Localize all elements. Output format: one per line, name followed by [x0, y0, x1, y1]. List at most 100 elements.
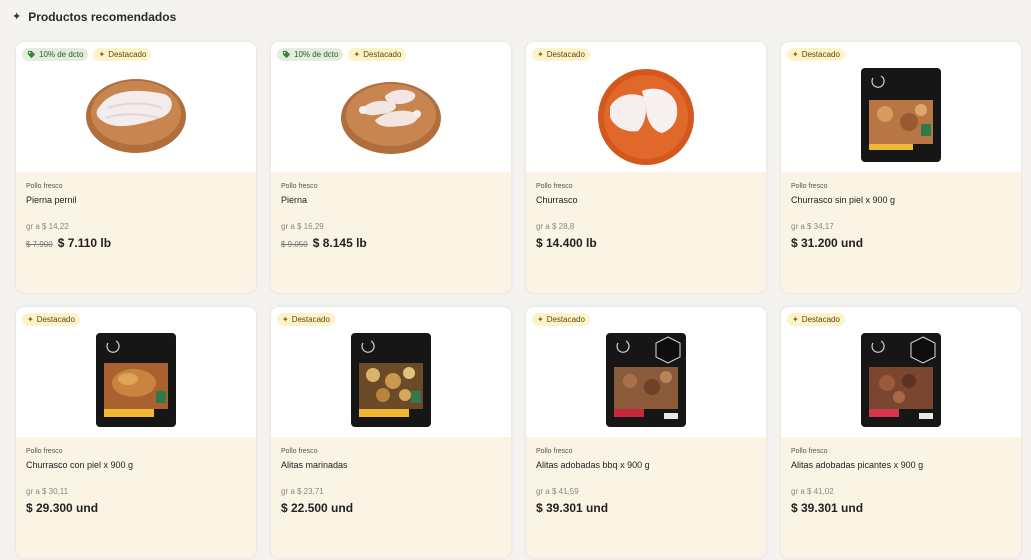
product-image-area: 10% de dcto ✦ Destacado	[271, 42, 511, 172]
product-category: Pollo fresco	[536, 448, 573, 455]
badge-row: ✦ Destacado	[532, 313, 590, 326]
product-image-area: ✦ Destacado	[526, 42, 766, 172]
product-card[interactable]: 10% de dcto ✦ Destacado Pollo fresco Pie…	[271, 42, 511, 293]
product-image-area: ✦ Destacado	[271, 307, 511, 437]
product-name[interactable]: Churrasco	[536, 195, 756, 206]
product-price: $ 8.145 lb	[312, 236, 367, 250]
unit-price: gr a $ 28,8	[536, 222, 575, 231]
product-name[interactable]: Churrasco con piel x 900 g	[26, 460, 246, 471]
product-info: Pollo fresco Pierna pernil gr a $ 14,22 …	[16, 172, 256, 250]
product-grid: 10% de dcto ✦ Destacado Pollo fresco Pie…	[16, 42, 1021, 558]
product-card[interactable]: ✦ Destacado Pollo fresco Churrasco con p…	[16, 307, 256, 558]
badge-row: ✦ Destacado	[22, 313, 80, 326]
product-category: Pollo fresco	[791, 183, 828, 190]
featured-badge-label: Destacado	[801, 50, 840, 59]
featured-badge-label: Destacado	[108, 50, 147, 59]
section-header: ✦ Productos recomendados	[12, 10, 176, 24]
product-card[interactable]: ✦ Destacado Pollo fresco Churrasco sin p…	[781, 42, 1021, 293]
featured-badge-label: Destacado	[363, 50, 402, 59]
product-image	[96, 333, 176, 427]
product-price: $ 14.400 lb	[536, 236, 597, 250]
discount-badge-label: 10% de dcto	[39, 50, 84, 59]
product-category: Pollo fresco	[536, 183, 573, 190]
unit-price: gr a $ 14,22	[26, 222, 69, 231]
featured-badge-label: Destacado	[546, 315, 585, 324]
discount-badge-label: 10% de dcto	[294, 50, 339, 59]
badge-row: ✦ Destacado	[787, 48, 845, 61]
product-info: Pollo fresco Alitas adobadas bbq x 900 g…	[526, 437, 766, 515]
product-image-area: ✦ Destacado	[16, 307, 256, 437]
product-info: Pollo fresco Churrasco gr a $ 28,8 $ 14.…	[526, 172, 766, 250]
unit-price: gr a $ 41,59	[536, 487, 579, 496]
badge-row: ✦ Destacado	[787, 313, 845, 326]
product-category: Pollo fresco	[26, 448, 63, 455]
tag-icon	[282, 50, 291, 59]
unit-price: gr a $ 41,02	[791, 487, 834, 496]
sparkle-icon: ✦	[537, 49, 544, 59]
product-category: Pollo fresco	[26, 183, 63, 190]
sparkle-icon: ✦	[353, 49, 361, 59]
sparkle-icon: ✦	[27, 314, 34, 324]
product-card[interactable]: 10% de dcto ✦ Destacado Pollo fresco Pie…	[16, 42, 256, 293]
unit-price: gr a $ 34,17	[791, 222, 834, 231]
product-info: Pollo fresco Alitas marinadas gr a $ 23,…	[271, 437, 511, 515]
price-row: $ 31.200 und	[791, 236, 1011, 250]
tag-icon	[27, 50, 36, 59]
product-info: Pollo fresco Pierna gr a $ 16,29 $ 9.050…	[271, 172, 511, 250]
featured-badge: ✦ Destacado	[787, 313, 845, 326]
product-image-area: ✦ Destacado	[526, 307, 766, 437]
badge-row: ✦ Destacado	[532, 48, 590, 61]
product-price: $ 39.301 und	[536, 501, 609, 515]
product-image	[598, 69, 694, 165]
product-image	[86, 79, 186, 153]
product-image	[606, 333, 686, 427]
badge-row: ✦ Destacado	[277, 313, 335, 326]
featured-badge: ✦ Destacado	[348, 48, 407, 61]
product-image-area: ✦ Destacado	[781, 307, 1021, 437]
product-price: $ 29.300 und	[26, 501, 99, 515]
product-card[interactable]: ✦ Destacado Pollo fresco Alitas adobadas…	[781, 307, 1021, 558]
product-name[interactable]: Alitas adobadas picantes x 900 g	[791, 460, 1011, 471]
product-card[interactable]: ✦ Destacado Pollo fresco Churrasco gr a …	[526, 42, 766, 293]
product-category: Pollo fresco	[281, 183, 318, 190]
sparkle-icon: ✦	[98, 49, 106, 59]
featured-badge: ✦ Destacado	[277, 313, 335, 326]
sparkle-icon: ✦	[537, 314, 544, 324]
sparkle-icon: ✦	[792, 314, 799, 324]
badge-row: 10% de dcto ✦ Destacado	[22, 48, 152, 61]
sparkle-icon: ✦	[12, 10, 22, 23]
unit-price: gr a $ 30,11	[26, 487, 69, 496]
product-name[interactable]: Alitas adobadas bbq x 900 g	[536, 460, 756, 471]
product-image-area: ✦ Destacado	[781, 42, 1021, 172]
product-info: Pollo fresco Churrasco con piel x 900 g …	[16, 437, 256, 515]
section-title: Productos recomendados	[28, 10, 177, 24]
discount-badge: 10% de dcto	[277, 48, 344, 61]
featured-badge: ✦ Destacado	[93, 48, 152, 61]
old-price: $ 9.050	[281, 240, 308, 249]
product-name[interactable]: Churrasco sin piel x 900 g	[791, 195, 1011, 206]
featured-badge-label: Destacado	[36, 315, 75, 324]
unit-price: gr a $ 23,71	[281, 487, 324, 496]
product-price: $ 31.200 und	[791, 236, 864, 250]
price-row: $ 39.301 und	[536, 501, 756, 515]
product-price: $ 7.110 lb	[57, 236, 112, 250]
product-category: Pollo fresco	[791, 448, 828, 455]
sparkle-icon: ✦	[792, 49, 799, 59]
product-category: Pollo fresco	[281, 448, 318, 455]
product-name[interactable]: Pierna pernil	[26, 195, 246, 206]
product-name[interactable]: Alitas marinadas	[281, 460, 501, 471]
product-info: Pollo fresco Alitas adobadas picantes x …	[781, 437, 1021, 515]
product-image-area: 10% de dcto ✦ Destacado	[16, 42, 256, 172]
product-name[interactable]: Pierna	[281, 195, 501, 206]
product-card[interactable]: ✦ Destacado Pollo fresco Alitas adobadas…	[526, 307, 766, 558]
product-image	[861, 68, 941, 162]
unit-price: gr a $ 16,29	[281, 222, 324, 231]
discount-badge: 10% de dcto	[22, 48, 89, 61]
product-card[interactable]: ✦ Destacado Pollo fresco Alitas marinada…	[271, 307, 511, 558]
old-price: $ 7.900	[26, 240, 53, 249]
featured-badge: ✦ Destacado	[532, 313, 590, 326]
price-row: $ 9.050 $ 8.145 lb	[281, 236, 501, 250]
product-price: $ 22.500 und	[281, 501, 354, 515]
price-row: $ 29.300 und	[26, 501, 246, 515]
featured-badge: ✦ Destacado	[532, 48, 590, 61]
